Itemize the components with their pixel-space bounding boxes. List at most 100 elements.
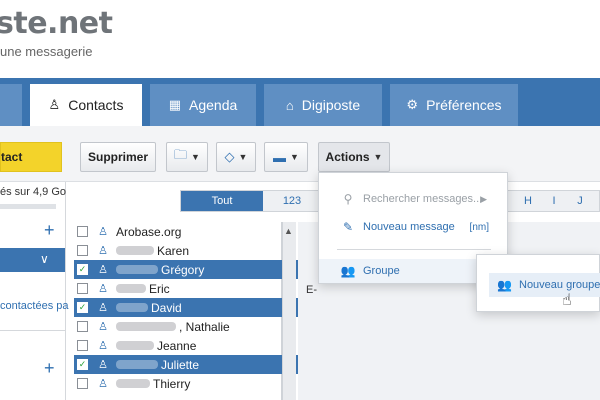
search-icon: ⚲ [343,192,353,206]
pencil-icon: ✎ [342,220,354,234]
sidebar: és sur 4,9 Go + ∨ contactées pa + [0,182,69,400]
sidebar-divider [0,330,65,331]
redacted-surname [116,322,176,331]
sidebar-item-selected[interactable] [0,248,65,272]
person-icon: ♙ [98,264,108,276]
printer-icon: ▬ [273,149,287,165]
group-icon: 👥 [340,264,356,278]
person-icon: ♙ [98,359,108,371]
tab-preferences-label: Préférences [426,97,502,113]
person-icon: ♙ [98,378,108,390]
tag-button[interactable]: ◇ ▼ [216,142,256,172]
digiposte-icon: ⌂ [285,97,294,113]
chevron-down-icon: ▼ [290,152,299,162]
checkbox[interactable] [77,340,88,351]
actions-label: Actions [325,150,370,164]
group-submenu: 👥 Nouveau groupe [476,254,600,312]
actions-button[interactable]: Actions ▼ [318,142,390,172]
move-to-folder-button[interactable]: 🗀 ▼ [166,142,208,172]
redacted-surname [116,360,158,369]
tab-agenda-label: Agenda [189,97,238,113]
person-icon: ♙ [98,283,108,295]
menu-item-new-message-label: Nouveau message [363,221,455,233]
chevron-down-icon[interactable]: ∨ [40,252,49,266]
keyboard-shortcut: [nm] [469,221,489,233]
scroll-up-icon[interactable]: ▲ [284,226,293,236]
menu-item-new-message[interactable]: ✎ Nouveau message [nm] [319,215,507,239]
menu-item-new-group[interactable]: 👥 Nouveau groupe [489,273,600,297]
contact-list: ♙ Arobase.org ♙ Karen ✓ ♙ Grégory ♙ Eric… [70,222,346,400]
brand-logo: ste.net [0,6,113,41]
person-icon: ♙ [98,245,108,257]
contact-name: Juliette [161,357,200,372]
detail-email-label: E- [306,284,317,296]
menu-item-search-label: Rechercher messages... [363,193,483,205]
toolbar: tact Supprimer 🗀 ▼ ◇ ▼ ▬ ▼ Actions ▼ [0,126,600,182]
sidebar-link-contacted[interactable]: contactées pa [0,300,69,312]
checkbox[interactable] [77,245,88,256]
delete-button[interactable]: Supprimer [80,142,156,172]
redacted-surname [116,284,146,293]
checkbox[interactable] [77,321,88,332]
add-group-icon[interactable]: + [44,358,55,379]
checkbox[interactable] [77,283,88,294]
tag-icon: ◇ [224,149,235,164]
hand-cursor-icon: ☝ [562,292,572,309]
chevron-down-icon: ▼ [373,152,383,162]
storage-quota: és sur 4,9 Go [0,186,67,198]
tab-digiposte[interactable]: ⌂ Digiposte [264,84,382,126]
calendar-icon: ▦ [168,97,181,112]
filter-all[interactable]: Tout [181,191,263,211]
tab-digiposte-label: Digiposte [301,97,361,113]
main-tab-bar: ♙ Contacts ▦ Agenda ⌂ Digiposte ⚙ Préfér… [0,78,600,126]
person-icon: ♙ [98,321,108,333]
checkbox[interactable]: ✓ [77,302,88,313]
tab-contacts[interactable]: ♙ Contacts [30,84,142,126]
menu-divider [337,249,491,250]
contact-name: Thierry [153,376,191,391]
storage-quota-bar [0,204,56,209]
contact-name: Jeanne [157,338,197,353]
tab-agenda[interactable]: ▦ Agenda [150,84,256,126]
contact-name: Arobase.org [116,224,182,239]
checkbox[interactable]: ✓ [77,264,88,275]
filter-letter-i[interactable]: I [543,191,565,211]
folder-icon: 🗀 [174,147,188,162]
person-icon: ♙ [98,226,108,238]
person-icon: ♙ [48,97,61,112]
contact-name: Eric [149,281,170,296]
list-scrollbar[interactable]: ▲ [282,222,296,400]
gear-icon: ⚙ [406,97,419,112]
chevron-down-icon: ▼ [191,152,200,162]
chevron-right-icon: ▶ [480,193,487,204]
tab-contacts-label: Contacts [68,97,124,113]
add-address-book-icon[interactable]: + [44,220,55,241]
redacted-surname [116,341,154,350]
redacted-surname [116,303,148,312]
filter-numbers[interactable]: 123 [277,191,307,211]
chevron-down-icon: ▼ [238,152,248,162]
brand-tagline: une messagerie [0,44,93,59]
person-icon: ♙ [98,340,108,352]
tab-preferences[interactable]: ⚙ Préférences [390,84,518,126]
add-group-icon: 👥 [497,278,512,292]
tab-mail[interactable] [0,84,22,126]
redacted-surname [116,379,150,388]
menu-item-search-messages[interactable]: ⚲ Rechercher messages... ▶ [319,187,507,211]
print-button[interactable]: ▬ ▼ [264,142,308,172]
header: ste.net une messagerie [0,0,600,78]
person-icon: ♙ [98,302,108,314]
redacted-surname [116,265,158,274]
menu-item-new-group-label: Nouveau groupe [519,279,600,291]
filter-letter-h[interactable]: H [517,191,539,211]
checkbox[interactable] [77,226,88,237]
checkbox[interactable] [77,378,88,389]
checkbox[interactable]: ✓ [77,359,88,370]
contact-name: , Nathalie [179,319,230,334]
menu-item-group-label: Groupe [363,265,400,277]
new-contact-button[interactable]: tact [0,142,62,172]
contact-name: David [151,300,182,315]
filter-letter-j[interactable]: J [569,191,591,211]
contact-name: Grégory [161,262,205,277]
contact-name: Karen [157,243,190,258]
